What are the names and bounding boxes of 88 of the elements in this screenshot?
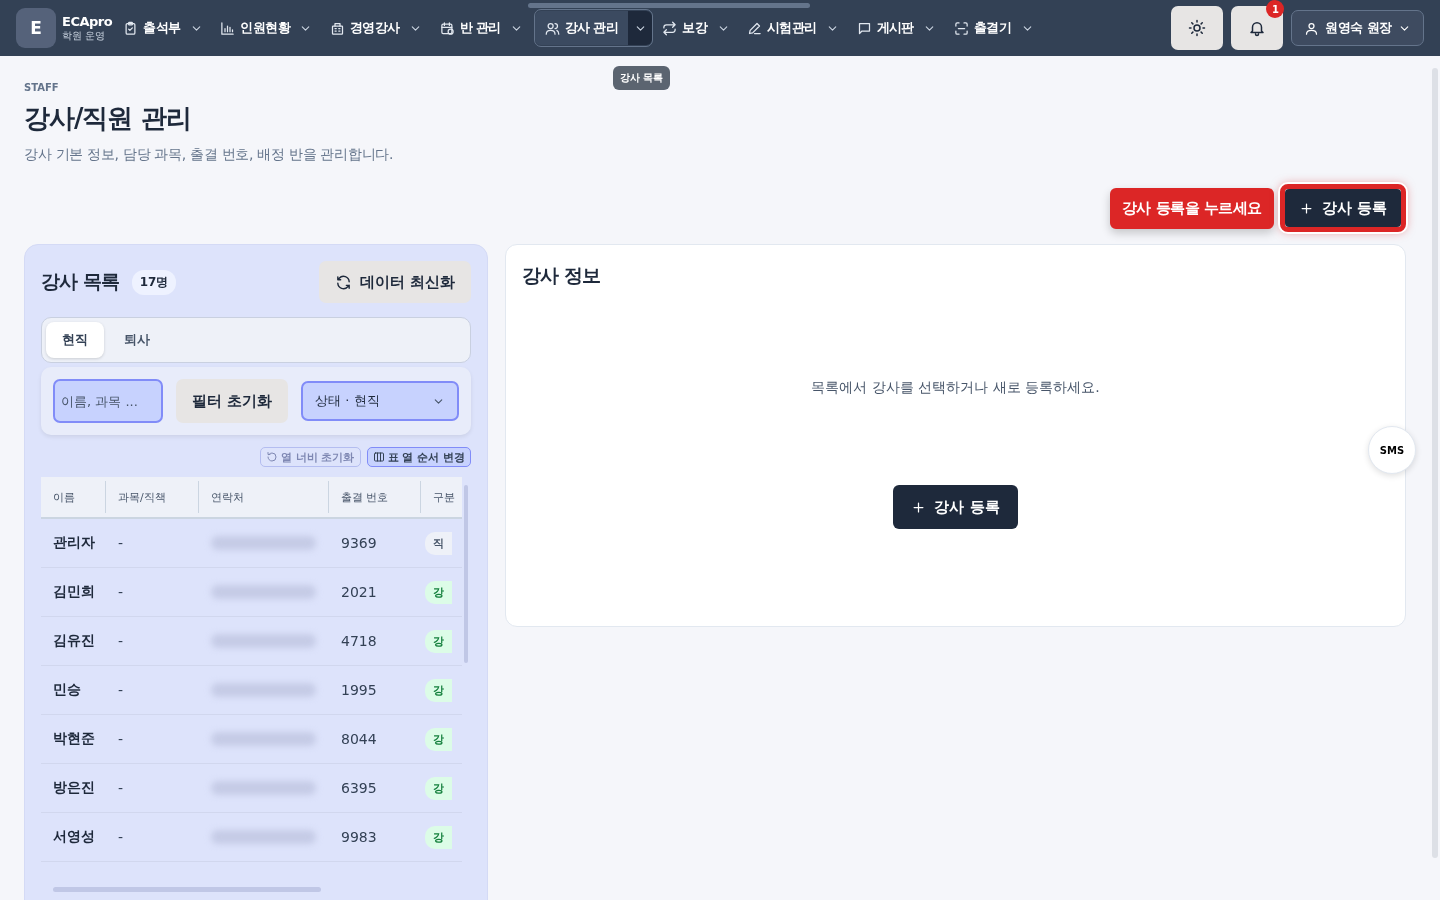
table-cell-text: 민승 — [52, 681, 82, 699]
sun-icon — [1188, 19, 1207, 37]
search-field[interactable]: 이름, 과목 ... — [53, 379, 163, 423]
tooltip: 강사 목록 — [613, 66, 671, 90]
scrollbar[interactable] — [528, 3, 810, 8]
table-cell-text: 9369 — [340, 535, 378, 551]
hint-callout: 강사 등록을 누르세요 — [1109, 187, 1274, 229]
nav-menu-item[interactable]: 시험관리 — [741, 11, 821, 45]
table-cell-text: 김유진 — [52, 632, 96, 650]
table-cell-text: 2021 — [340, 584, 378, 600]
table-cell-text: - — [117, 584, 125, 600]
table-cell-text: 김민희 — [52, 583, 96, 601]
brand-name: ECApro — [62, 15, 113, 30]
table-cell-text: - — [117, 633, 125, 649]
nav-menu-item[interactable]: 반 관리 — [433, 11, 505, 45]
section-label: STAFF — [24, 82, 60, 93]
nav-menu-item[interactable]: 강사 관리 — [534, 11, 629, 45]
type-tag: 강 — [425, 727, 452, 751]
notification-badge: 1 — [1266, 0, 1285, 18]
columns-icon — [372, 451, 385, 463]
repeat-icon — [662, 20, 678, 36]
reorder-columns-button[interactable]: 표 열 순서 변경 — [366, 447, 471, 467]
scan-icon — [953, 20, 969, 36]
table-cell-text: 관리자 — [52, 534, 96, 552]
undo-icon — [265, 451, 278, 463]
nav-menu-item[interactable]: 인원현황 — [214, 11, 294, 45]
status-dropdown[interactable]: 상태 · 현직 — [301, 381, 459, 421]
tab[interactable]: 현직 — [46, 322, 104, 358]
type-tag: 강 — [425, 629, 452, 653]
type-tag: 강 — [425, 678, 452, 702]
bar-chart-icon — [220, 20, 236, 36]
type-tag: 강 — [425, 825, 452, 849]
column-header[interactable]: 이름 — [41, 481, 106, 513]
table-cell-text: 박현준 — [52, 730, 96, 748]
users-icon — [544, 20, 560, 36]
building-icon — [329, 20, 345, 36]
table-cell-text: - — [117, 682, 125, 698]
table-cell-text: 8044 — [340, 731, 378, 747]
type-tag: 강 — [425, 776, 452, 800]
column-header[interactable]: 구분 — [421, 481, 462, 513]
table-cell-text: 방은진 — [52, 779, 96, 797]
logo: E — [16, 8, 56, 48]
brand-subtitle: 학원 운영 — [62, 29, 107, 41]
pen-icon — [747, 20, 763, 36]
nav-menu-item[interactable]: 출석부 — [117, 11, 185, 45]
page-title: 강사/직원 관리 — [24, 102, 192, 135]
speech-bubble-icon — [856, 20, 872, 36]
nav-menu-item[interactable]: 보강 — [656, 11, 712, 45]
type-tag: 직 — [425, 531, 452, 555]
plus-icon — [1298, 200, 1314, 216]
table-cell-text: 9983 — [340, 829, 378, 845]
empty-state-message: 목록에서 강사를 선택하거나 새로 등록하세요. — [811, 379, 1100, 397]
user-icon — [1304, 20, 1320, 36]
calendar-icon — [439, 20, 455, 36]
table-cell-text: 서영성 — [52, 828, 96, 846]
clipboard-icon — [123, 20, 139, 36]
register-button[interactable]: 강사 등록 — [1284, 189, 1401, 227]
type-tag: 강 — [425, 580, 452, 604]
table-cell-text: 6395 — [340, 780, 378, 796]
table-cell-text: 1995 — [340, 682, 378, 698]
column-header[interactable]: 연락처 — [199, 481, 329, 513]
nav-menu-item[interactable]: 출결기 — [947, 11, 1016, 45]
register-button[interactable]: 강사 등록 — [893, 485, 1018, 529]
nav-menu-item[interactable]: 게시판 — [850, 11, 918, 45]
bell-icon — [1248, 19, 1267, 37]
refresh-button[interactable]: 데이터 최신화 — [318, 261, 471, 303]
column-header[interactable]: 과목/직책 — [106, 481, 199, 513]
page-description: 강사 기본 정보, 담당 과목, 출결 번호, 배정 반을 관리합니다. — [24, 146, 395, 164]
theme-toggle-button[interactable] — [1171, 6, 1224, 50]
card-title: 강사 정보 — [522, 263, 601, 288]
user-menu-button[interactable]: 원영숙 원장 — [1291, 10, 1424, 46]
dropdown-toggle[interactable] — [628, 11, 653, 45]
plus-icon — [911, 499, 927, 515]
reset-filter-button[interactable]: 필터 초기화 — [176, 379, 289, 423]
scrollbar[interactable] — [1432, 68, 1438, 858]
refresh-icon — [334, 273, 352, 291]
panel-title: 강사 목록 — [41, 269, 120, 294]
table-cell-text: - — [117, 829, 125, 845]
scrollbar[interactable] — [53, 887, 321, 892]
column-header[interactable]: 출결 번호 — [329, 481, 421, 513]
notification-button[interactable] — [1231, 6, 1284, 50]
table-cell-text: 4718 — [340, 633, 378, 649]
count-badge: 17명 — [131, 269, 177, 295]
table-cell-text: - — [117, 780, 125, 796]
nav-menu-item[interactable]: 경영강사 — [323, 11, 404, 45]
tab[interactable]: 퇴사 — [108, 322, 166, 358]
table-cell-text: - — [117, 535, 125, 551]
table-cell-text: - — [117, 731, 125, 747]
